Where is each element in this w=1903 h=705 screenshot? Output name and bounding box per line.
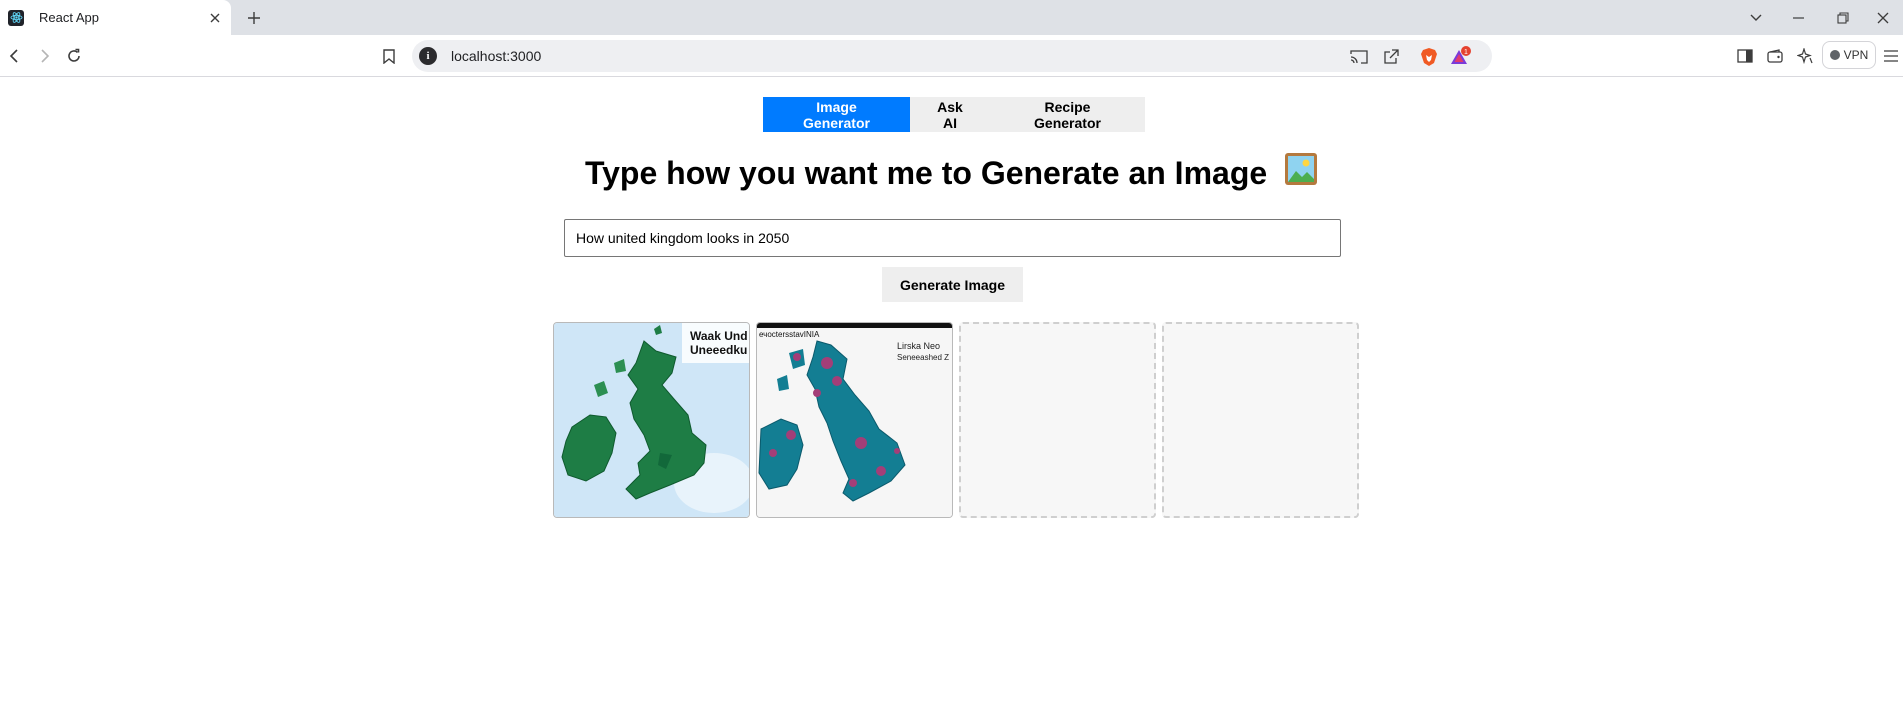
menu-icon[interactable] <box>1876 41 1903 71</box>
cast-icon[interactable] <box>1348 46 1370 68</box>
page-title: Type how you want me to Generate an Imag… <box>0 152 1903 194</box>
restore-window-icon[interactable] <box>1823 0 1863 35</box>
image-1-caption-line2: Uneeedku <box>690 343 747 357</box>
reload-icon[interactable] <box>59 41 89 71</box>
generated-image-2[interactable]: ечoctersstavINIA Lirska Neo Seneeashed Z <box>756 322 953 518</box>
vpn-button[interactable]: VPN <box>1822 41 1876 69</box>
prompt-input[interactable] <box>564 219 1341 257</box>
new-tab-icon[interactable] <box>240 4 268 32</box>
back-arrow-icon[interactable] <box>0 41 30 71</box>
wallet-icon[interactable] <box>1760 41 1790 71</box>
close-window-icon[interactable] <box>1863 0 1903 35</box>
tab-recipe-generator[interactable]: Recipe Generator <box>990 97 1145 132</box>
generate-image-button[interactable]: Generate Image <box>882 267 1023 302</box>
leo-ai-icon[interactable] <box>1790 41 1820 71</box>
share-icon[interactable] <box>1380 46 1402 68</box>
minimize-window-icon[interactable] <box>1778 0 1818 35</box>
brave-shields-icon[interactable] <box>1418 46 1440 68</box>
browser-tab[interactable]: React App <box>0 0 231 35</box>
framed-picture-icon <box>1284 152 1318 194</box>
image-placeholder-3 <box>959 322 1156 518</box>
browser-tab-bar: React App <box>0 0 1903 35</box>
generated-image-1[interactable]: Waak Und Uneeedku <box>553 322 750 518</box>
brave-rewards-icon[interactable]: 1 <box>1450 46 1472 68</box>
image-2-top-text: ечoctersstavINIA <box>759 330 820 339</box>
image-2-caption-line2: Seneeashed Z <box>897 353 949 362</box>
tab-image-generator[interactable]: Image Generator <box>763 97 910 132</box>
bookmark-icon[interactable] <box>374 41 404 71</box>
forward-arrow-icon[interactable] <box>29 41 59 71</box>
tab-list-chevron-icon[interactable] <box>1736 0 1776 35</box>
page-title-text: Type how you want me to Generate an Imag… <box>584 155 1268 191</box>
alert-count-badge: 1 <box>1464 49 1468 56</box>
react-logo-icon <box>8 9 24 26</box>
image-placeholder-4 <box>1162 322 1359 518</box>
sidebar-toggle-icon[interactable] <box>1730 41 1760 71</box>
address-url[interactable]: localhost:3000 <box>451 48 541 64</box>
site-info-icon[interactable]: i <box>419 47 437 65</box>
tab-ask-ai[interactable]: Ask AI <box>910 97 990 132</box>
image-2-caption-line1: Lirska Neo <box>897 341 940 351</box>
vpn-status-icon <box>1829 50 1840 60</box>
close-tab-icon[interactable] <box>203 6 227 30</box>
vpn-label: VPN <box>1843 48 1869 62</box>
image-1-caption-line1: Waak Und <box>690 329 748 343</box>
tab-title: React App <box>39 10 99 25</box>
browser-toolbar: i localhost:3000 1 VPN <box>0 35 1903 77</box>
address-bar[interactable]: i localhost:3000 1 <box>412 40 1492 72</box>
app-nav: Image Generator Ask AI Recipe Generator <box>763 97 1145 132</box>
